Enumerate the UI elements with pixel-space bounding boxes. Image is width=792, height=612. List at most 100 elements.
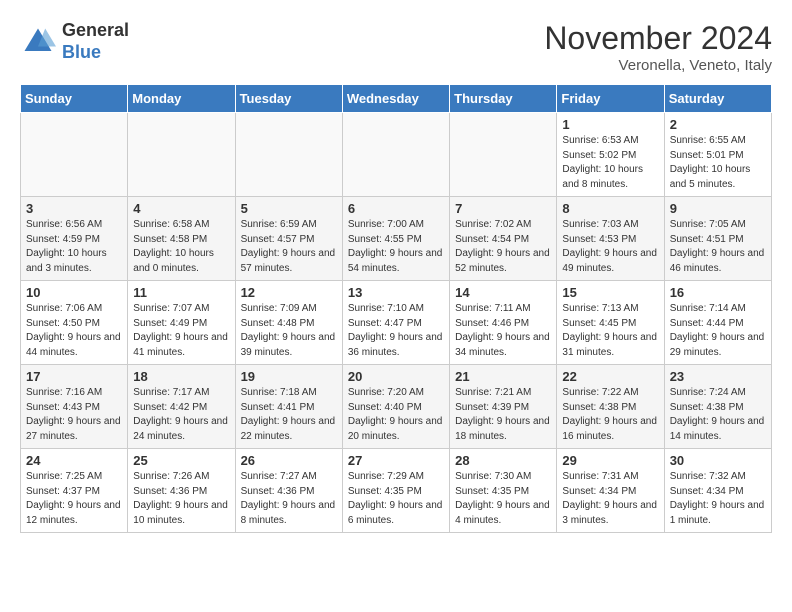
- day-number: 20: [348, 369, 444, 384]
- calendar-week-2: 3Sunrise: 6:56 AM Sunset: 4:59 PM Daylig…: [21, 197, 772, 281]
- calendar-cell: 7 Sunrise: 7:02 AM Sunset: 4:54 PM Daylig…: [450, 197, 557, 281]
- day-info: Sunrise: 7:17 AM Sunset: 4:42 PM Dayligh…: [133, 386, 229, 444]
- calendar-week-4: 17Sunrise: 7:16 AM Sunset: 4:43 PM Dayli…: [21, 365, 772, 449]
- day-info: Sunrise: 7:24 AM Sunset: 4:38 PM Dayligh…: [670, 386, 766, 444]
- day-info: Sunrise: 7:09 AM Sunset: 4:48 PM Dayligh…: [241, 302, 337, 360]
- day-info: Sunrise: 6:55 AM Sunset: 5:01 PM Dayligh…: [670, 134, 766, 192]
- day-info: Sunrise: 7:10 AM Sunset: 4:47 PM Dayligh…: [348, 302, 444, 360]
- day-number: 21: [455, 369, 551, 384]
- calendar-cell: 18 Sunrise: 7:17 AM Sunset: 4:42 PM Dayli…: [128, 365, 235, 449]
- day-info: Sunrise: 7:29 AM Sunset: 4:35 PM Dayligh…: [348, 470, 444, 528]
- day-number: 2: [670, 117, 766, 132]
- calendar-week-1: 1Sunrise: 6:53 AM Sunset: 5:02 PM Daylig…: [21, 113, 772, 197]
- day-info: Sunrise: 7:21 AM Sunset: 4:39 PM Dayligh…: [455, 386, 551, 444]
- weekday-header-friday: Friday: [557, 85, 664, 113]
- weekday-header-tuesday: Tuesday: [235, 85, 342, 113]
- calendar-cell: 10Sunrise: 7:06 AM Sunset: 4:50 PM Dayli…: [21, 281, 128, 365]
- calendar-cell: 13 Sunrise: 7:10 AM Sunset: 4:47 PM Dayli…: [342, 281, 449, 365]
- day-info: Sunrise: 7:26 AM Sunset: 4:36 PM Dayligh…: [133, 470, 229, 528]
- location-subtitle: Veronella, Veneto, Italy: [544, 57, 772, 74]
- day-number: 11: [133, 285, 229, 300]
- day-number: 5: [241, 201, 337, 216]
- day-number: 13: [348, 285, 444, 300]
- calendar-cell: 1Sunrise: 6:53 AM Sunset: 5:02 PM Daylig…: [557, 113, 664, 197]
- day-number: 9: [670, 201, 766, 216]
- calendar-cell: 8 Sunrise: 7:03 AM Sunset: 4:53 PM Daylig…: [557, 197, 664, 281]
- day-info: Sunrise: 7:11 AM Sunset: 4:46 PM Dayligh…: [455, 302, 551, 360]
- day-number: 18: [133, 369, 229, 384]
- calendar-week-3: 10Sunrise: 7:06 AM Sunset: 4:50 PM Dayli…: [21, 281, 772, 365]
- day-info: Sunrise: 7:20 AM Sunset: 4:40 PM Dayligh…: [348, 386, 444, 444]
- day-number: 23: [670, 369, 766, 384]
- calendar-cell: 26 Sunrise: 7:27 AM Sunset: 4:36 PM Dayli…: [235, 449, 342, 533]
- day-info: Sunrise: 7:16 AM Sunset: 4:43 PM Dayligh…: [26, 386, 122, 444]
- calendar-cell: 29Sunrise: 7:31 AM Sunset: 4:34 PM Dayli…: [557, 449, 664, 533]
- calendar-cell: 23 Sunrise: 7:24 AM Sunset: 4:38 PM Dayli…: [664, 365, 771, 449]
- calendar-cell: 22 Sunrise: 7:22 AM Sunset: 4:38 PM Dayli…: [557, 365, 664, 449]
- day-number: 6: [348, 201, 444, 216]
- day-number: 28: [455, 453, 551, 468]
- logo-general: General: [62, 20, 129, 42]
- calendar-cell: 27 Sunrise: 7:29 AM Sunset: 4:35 PM Dayli…: [342, 449, 449, 533]
- day-info: Sunrise: 7:03 AM Sunset: 4:53 PM Dayligh…: [562, 218, 658, 276]
- day-number: 8: [562, 201, 658, 216]
- page-header: General Blue November 2024 Veronella, Ve…: [20, 20, 772, 74]
- day-number: 30: [670, 453, 766, 468]
- calendar-cell: [128, 113, 235, 197]
- day-info: Sunrise: 6:59 AM Sunset: 4:57 PM Dayligh…: [241, 218, 337, 276]
- calendar-cell: 3Sunrise: 6:56 AM Sunset: 4:59 PM Daylig…: [21, 197, 128, 281]
- calendar-cell: 9 Sunrise: 7:05 AM Sunset: 4:51 PM Daylig…: [664, 197, 771, 281]
- day-number: 29: [562, 453, 658, 468]
- day-info: Sunrise: 7:00 AM Sunset: 4:55 PM Dayligh…: [348, 218, 444, 276]
- calendar-cell: 25 Sunrise: 7:26 AM Sunset: 4:36 PM Dayli…: [128, 449, 235, 533]
- day-info: Sunrise: 7:30 AM Sunset: 4:35 PM Dayligh…: [455, 470, 551, 528]
- month-title: November 2024: [544, 20, 772, 57]
- day-info: Sunrise: 7:32 AM Sunset: 4:34 PM Dayligh…: [670, 470, 766, 528]
- day-number: 25: [133, 453, 229, 468]
- day-info: Sunrise: 6:58 AM Sunset: 4:58 PM Dayligh…: [133, 218, 229, 276]
- day-number: 14: [455, 285, 551, 300]
- calendar-cell: 12 Sunrise: 7:09 AM Sunset: 4:48 PM Dayli…: [235, 281, 342, 365]
- day-info: Sunrise: 7:27 AM Sunset: 4:36 PM Dayligh…: [241, 470, 337, 528]
- day-info: Sunrise: 7:05 AM Sunset: 4:51 PM Dayligh…: [670, 218, 766, 276]
- calendar-cell: 4Sunrise: 6:58 AM Sunset: 4:58 PM Daylig…: [128, 197, 235, 281]
- weekday-header-monday: Monday: [128, 85, 235, 113]
- calendar-cell: 17Sunrise: 7:16 AM Sunset: 4:43 PM Dayli…: [21, 365, 128, 449]
- day-info: Sunrise: 6:56 AM Sunset: 4:59 PM Dayligh…: [26, 218, 122, 276]
- logo: General Blue: [20, 20, 129, 63]
- calendar-cell: [450, 113, 557, 197]
- day-number: 7: [455, 201, 551, 216]
- calendar-cell: 21 Sunrise: 7:21 AM Sunset: 4:39 PM Dayli…: [450, 365, 557, 449]
- calendar-cell: 2 Sunrise: 6:55 AM Sunset: 5:01 PM Daylig…: [664, 113, 771, 197]
- day-info: Sunrise: 7:13 AM Sunset: 4:45 PM Dayligh…: [562, 302, 658, 360]
- day-info: Sunrise: 6:53 AM Sunset: 5:02 PM Dayligh…: [562, 134, 658, 192]
- day-number: 22: [562, 369, 658, 384]
- weekday-header-saturday: Saturday: [664, 85, 771, 113]
- day-info: Sunrise: 7:07 AM Sunset: 4:49 PM Dayligh…: [133, 302, 229, 360]
- day-number: 26: [241, 453, 337, 468]
- day-number: 16: [670, 285, 766, 300]
- calendar-cell: [21, 113, 128, 197]
- calendar-cell: 20 Sunrise: 7:20 AM Sunset: 4:40 PM Dayli…: [342, 365, 449, 449]
- calendar-cell: 14 Sunrise: 7:11 AM Sunset: 4:46 PM Dayli…: [450, 281, 557, 365]
- calendar-cell: 11 Sunrise: 7:07 AM Sunset: 4:49 PM Dayli…: [128, 281, 235, 365]
- day-number: 15: [562, 285, 658, 300]
- day-info: Sunrise: 7:02 AM Sunset: 4:54 PM Dayligh…: [455, 218, 551, 276]
- title-block: November 2024 Veronella, Veneto, Italy: [544, 20, 772, 74]
- calendar-table: SundayMondayTuesdayWednesdayThursdayFrid…: [20, 84, 772, 533]
- calendar-cell: [342, 113, 449, 197]
- calendar-cell: 28 Sunrise: 7:30 AM Sunset: 4:35 PM Dayli…: [450, 449, 557, 533]
- day-number: 12: [241, 285, 337, 300]
- day-info: Sunrise: 7:18 AM Sunset: 4:41 PM Dayligh…: [241, 386, 337, 444]
- calendar-cell: 24Sunrise: 7:25 AM Sunset: 4:37 PM Dayli…: [21, 449, 128, 533]
- day-info: Sunrise: 7:22 AM Sunset: 4:38 PM Dayligh…: [562, 386, 658, 444]
- calendar-cell: 6 Sunrise: 7:00 AM Sunset: 4:55 PM Daylig…: [342, 197, 449, 281]
- calendar-cell: 16Sunrise: 7:14 AM Sunset: 4:44 PM Dayli…: [664, 281, 771, 365]
- calendar-cell: [235, 113, 342, 197]
- day-number: 24: [26, 453, 122, 468]
- calendar-cell: 15 Sunrise: 7:13 AM Sunset: 4:45 PM Dayli…: [557, 281, 664, 365]
- calendar-cell: 5 Sunrise: 6:59 AM Sunset: 4:57 PM Daylig…: [235, 197, 342, 281]
- day-number: 27: [348, 453, 444, 468]
- day-info: Sunrise: 7:06 AM Sunset: 4:50 PM Dayligh…: [26, 302, 122, 360]
- weekday-header-row: SundayMondayTuesdayWednesdayThursdayFrid…: [21, 85, 772, 113]
